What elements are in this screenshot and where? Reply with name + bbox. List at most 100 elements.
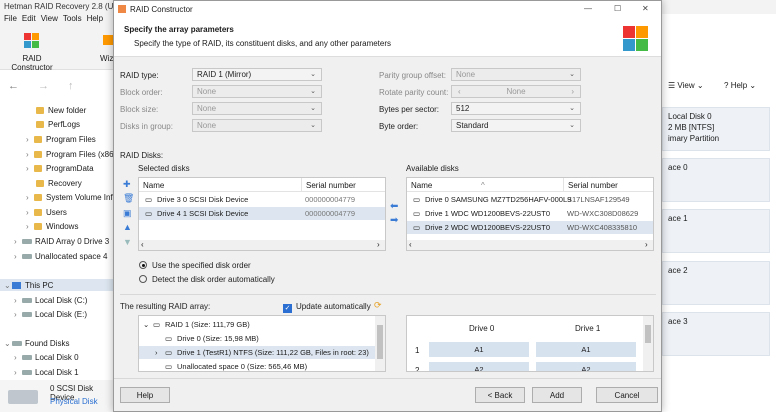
wizard-ribbon-button[interactable]: Wiz — [86, 32, 116, 63]
chevron-right-icon[interactable]: › — [14, 353, 22, 362]
help-button[interactable]: Help — [120, 387, 170, 403]
column-name[interactable]: Name — [143, 181, 164, 190]
update-automatically-checkbox[interactable]: ✓ Update automatically — [283, 302, 371, 313]
result-tree[interactable]: ⌄ ▭ RAID 1 (Size: 111,79 GB) ▭ Drive 0 (Siz… — [138, 315, 386, 372]
move-left-arrow-icon[interactable]: ⬅ — [390, 201, 398, 212]
back-button[interactable]: < Back — [475, 387, 525, 403]
add-disk-icon[interactable]: ✚ — [123, 179, 131, 190]
raid-constructor-ribbon-button[interactable]: RAID Constructor — [2, 32, 62, 72]
disks-in-group-select[interactable]: None ⌄ — [192, 119, 322, 132]
list-item[interactable]: ▭ Drive 2 WDC WD1200BEVS-22UST0 WD-WXC4083… — [407, 221, 653, 234]
tree-item[interactable]: › Users — [26, 206, 67, 218]
chevron-right-icon[interactable]: › — [26, 164, 34, 173]
scroll-right-icon[interactable]: › — [645, 240, 648, 249]
vertical-scrollbar[interactable] — [643, 316, 653, 371]
decrement-arrow-icon[interactable]: ‹ — [458, 87, 461, 96]
chevron-right-icon[interactable]: › — [26, 193, 34, 202]
chevron-down-icon[interactable]: ⌄ — [4, 339, 12, 348]
tree-row[interactable]: ▭ Drive 0 (Size: 15,98 MB) — [139, 332, 385, 345]
chevron-right-icon[interactable]: › — [26, 135, 34, 144]
tree-item[interactable]: PerfLogs — [36, 118, 80, 130]
horizontal-scrollbar[interactable]: ‹ › — [139, 240, 385, 250]
tree-row[interactable]: › ▭ Drive 1 (TestR1) NTFS (Size: 111,22 GB… — [139, 346, 375, 359]
tree-item[interactable]: › Local Disk 1 — [14, 366, 79, 378]
disk-tile[interactable]: ace 0 — [662, 158, 770, 202]
chevron-right-icon[interactable]: › — [26, 208, 34, 217]
menu-help[interactable]: Help — [87, 14, 103, 23]
selected-disks-list[interactable]: Name Serial number ▭ Drive 3 0 SCSI Disk D… — [138, 177, 386, 251]
tree-item[interactable]: › Local Disk (E:) — [14, 308, 87, 320]
scroll-thumb[interactable] — [377, 325, 383, 359]
tree-item[interactable]: New folder — [36, 104, 86, 116]
tree-item[interactable]: › Windows — [26, 220, 78, 232]
available-disks-list[interactable]: Name ^ Serial number ▭ Drive 0 SAMSUNG MZ7T… — [406, 177, 654, 251]
close-icon[interactable]: ✕ — [642, 4, 649, 13]
properties-icon[interactable]: ▣ — [123, 208, 132, 219]
menu-view[interactable]: View — [41, 14, 58, 23]
tree-item[interactable]: › Local Disk (C:) — [14, 294, 87, 306]
tree-item[interactable]: › Program Files (x86) — [26, 148, 114, 160]
scroll-thumb[interactable] — [645, 325, 651, 343]
disk-tile[interactable]: Local Disk 02 MB [NTFS] imary Partition — [662, 107, 770, 151]
tree-item[interactable]: › Local Disk 0 — [14, 351, 79, 363]
block-size-select[interactable]: None ⌄ — [192, 102, 322, 115]
scroll-left-icon[interactable]: ‹ — [409, 240, 412, 249]
scroll-left-icon[interactable]: ‹ — [141, 240, 144, 249]
column-serial[interactable]: Serial number — [301, 178, 356, 192]
menu-edit[interactable]: Edit — [22, 14, 36, 23]
tree-item[interactable]: › Program Files — [26, 133, 96, 145]
help-menu-button[interactable]: ? Help ⌄ — [724, 81, 756, 90]
chevron-right-icon[interactable]: › — [14, 296, 22, 305]
list-item[interactable]: ▭ Drive 1 WDC WD1200BEVS-22UST0 WD-WXC308D… — [407, 207, 653, 220]
column-serial[interactable]: Serial number — [563, 178, 618, 192]
menu-file[interactable]: File — [4, 14, 17, 23]
disk-tile[interactable]: ace 2 — [662, 261, 770, 305]
increment-arrow-icon[interactable]: › — [571, 87, 574, 96]
block-order-select[interactable]: None ⌄ — [192, 85, 322, 98]
chevron-right-icon[interactable]: › — [155, 348, 158, 357]
disk-tile[interactable]: ace 3 — [662, 312, 770, 356]
tree-item-found-disks[interactable]: ⌄ Found Disks — [4, 337, 69, 349]
move-right-arrow-icon[interactable]: ➡ — [390, 215, 398, 226]
parity-group-offset-select[interactable]: None ⌄ — [451, 68, 581, 81]
refresh-icon[interactable]: ⟳ — [374, 300, 382, 311]
delete-icon[interactable]: 🗑 — [123, 193, 134, 204]
up-arrow-icon[interactable]: ↑ — [68, 80, 74, 92]
chevron-right-icon[interactable]: › — [14, 310, 22, 319]
move-down-icon[interactable]: ▼ — [123, 237, 132, 247]
cancel-button[interactable]: Cancel — [596, 387, 658, 403]
tree-item-this-pc[interactable]: ⌄ This PC — [0, 279, 114, 291]
byte-order-select[interactable]: Standard ⌄ — [451, 119, 581, 132]
add-button[interactable]: Add — [532, 387, 582, 403]
chevron-right-icon[interactable]: › — [26, 222, 34, 231]
tree-row[interactable]: ⌄ ▭ RAID 1 (Size: 111,79 GB) — [139, 318, 385, 331]
forward-arrow-icon[interactable]: → — [38, 80, 49, 92]
menu-tools[interactable]: Tools — [63, 14, 82, 23]
horizontal-scrollbar[interactable]: ‹ › — [407, 240, 653, 250]
rotate-parity-count-spinner[interactable]: ‹ None › — [451, 85, 581, 98]
chevron-down-icon[interactable]: ⌄ — [4, 281, 12, 290]
chevron-right-icon[interactable]: › — [26, 150, 34, 159]
back-arrow-icon[interactable]: ← — [8, 80, 19, 92]
tree-item[interactable]: › System Volume Infor — [26, 191, 114, 203]
list-item[interactable]: ▭ Drive 3 0 SCSI Disk Device 000000004779 — [139, 193, 385, 206]
auto-order-radio[interactable]: Detect the disk order automatically — [139, 275, 275, 284]
tree-item[interactable]: › RAID Array 0 Drive 3 — [14, 235, 109, 247]
view-menu-button[interactable]: ☰ View ⌄ — [668, 81, 704, 90]
tree-row[interactable]: ▭ Unallocated space 0 (Size: 565,46 MB) — [139, 360, 385, 371]
list-item[interactable]: ▭ Drive 4 1 SCSI Disk Device 000000004779 — [139, 207, 385, 220]
tree-item[interactable]: › ProgramData — [26, 162, 94, 174]
disk-tile[interactable]: ace 1 — [662, 209, 770, 253]
specified-order-radio[interactable]: Use the specified disk order — [139, 261, 251, 270]
list-item[interactable]: ▭ Drive 0 SAMSUNG MZ7TD256HAFV-000L9 S17LN… — [407, 193, 653, 206]
column-name[interactable]: Name — [411, 181, 432, 190]
chevron-right-icon[interactable]: › — [14, 252, 22, 261]
tree-item[interactable]: Recovery — [36, 177, 82, 189]
raid-type-select[interactable]: RAID 1 (Mirror) ⌄ — [192, 68, 322, 81]
maximize-icon[interactable]: ☐ — [614, 4, 621, 13]
scroll-right-icon[interactable]: › — [377, 240, 380, 249]
vertical-scrollbar[interactable] — [375, 316, 385, 371]
chevron-right-icon[interactable]: › — [14, 368, 22, 377]
chevron-down-icon[interactable]: ⌄ — [143, 320, 149, 329]
tree-item[interactable]: › Unallocated space 4 — [14, 250, 108, 262]
